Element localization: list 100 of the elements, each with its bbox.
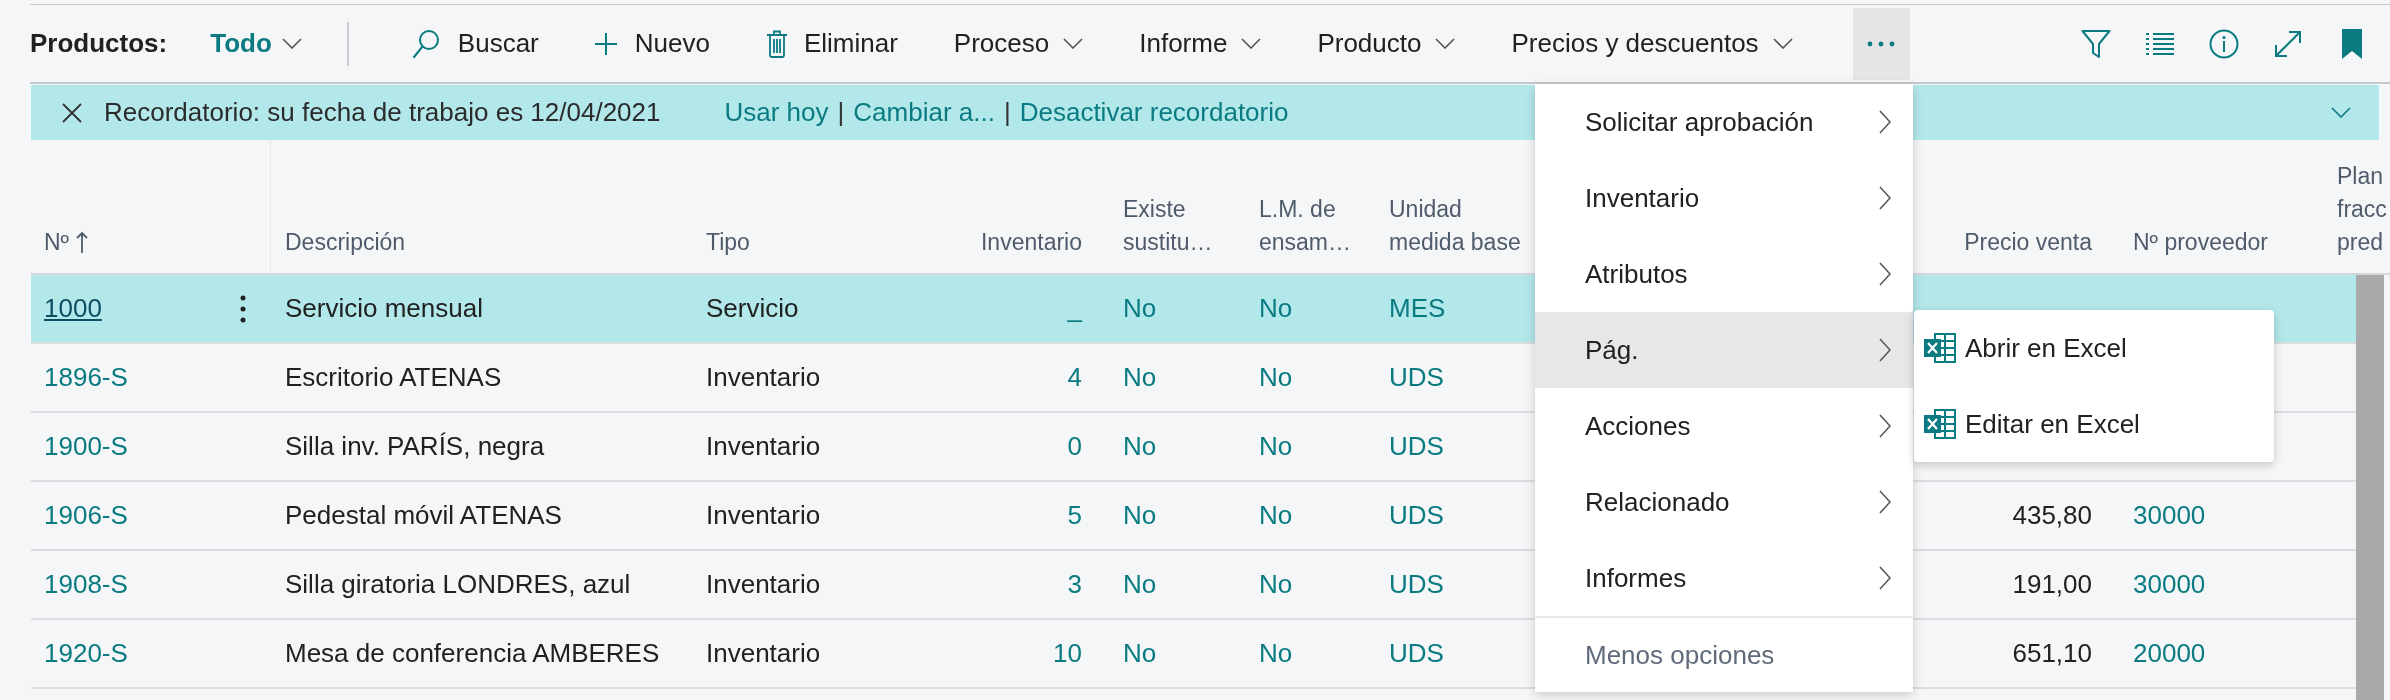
link-separator: | bbox=[1003, 96, 1011, 129]
column-header[interactable]: Precio venta bbox=[1964, 226, 2092, 259]
inventory-cell-text: 10 bbox=[1053, 637, 1082, 670]
item-number-link[interactable]: 1900-S bbox=[44, 427, 128, 466]
chevron-right-icon bbox=[1879, 110, 1891, 134]
less-options-button[interactable]: Menos opciones bbox=[1535, 618, 1913, 692]
inventory-cell-text: 3 bbox=[1067, 568, 1082, 601]
price-cell-text: 191,00 bbox=[2012, 568, 2092, 601]
trash-icon bbox=[765, 29, 788, 58]
type-cell-text: Inventario bbox=[706, 499, 821, 532]
menu-dropdown-button[interactable]: Precios y descuentos bbox=[1483, 7, 1821, 80]
substitutes-cell-text: No bbox=[1123, 292, 1157, 325]
vendor-number-cell-text: 30000 bbox=[2133, 499, 2206, 532]
description-cell-text: Escritorio ATENAS bbox=[285, 361, 502, 394]
sort-ascending-icon[interactable] bbox=[76, 231, 88, 253]
item-number-link[interactable]: 1896-S bbox=[44, 358, 128, 397]
menu-item[interactable]: Acciones bbox=[1535, 388, 1913, 464]
menu-item[interactable]: Inventario bbox=[1535, 160, 1913, 236]
item-number-link[interactable]: 1000 bbox=[44, 289, 102, 328]
menu-item[interactable]: Atributos bbox=[1535, 236, 1913, 312]
chevron-right-icon bbox=[1879, 338, 1891, 362]
item-number-link[interactable]: 1906-S bbox=[44, 496, 128, 535]
column-header[interactable]: Inventario bbox=[981, 226, 1082, 259]
menu-item[interactable]: Relacionado bbox=[1535, 464, 1913, 540]
plus-icon bbox=[594, 32, 617, 55]
substitutes-cell-text: No bbox=[1123, 430, 1157, 463]
kebab-menu-icon[interactable] bbox=[239, 294, 246, 323]
column-header[interactable]: Nº proveedor bbox=[2133, 226, 2268, 259]
view-dropdown[interactable]: Todo bbox=[210, 24, 302, 63]
base-unit-cell-text: UDS bbox=[1389, 637, 1444, 670]
base-unit-cell-text: UDS bbox=[1389, 361, 1444, 394]
chevron-right-icon bbox=[1879, 262, 1891, 286]
column-header[interactable]: Nº bbox=[44, 226, 69, 259]
description-cell-text: Servicio mensual bbox=[285, 292, 483, 325]
description-cell-text: Silla inv. PARÍS, negra bbox=[285, 430, 545, 463]
menu-dropdown-button[interactable]: Producto bbox=[1289, 7, 1484, 80]
menu-dropdown-button[interactable]: Proceso bbox=[925, 7, 1112, 80]
type-cell-text: Inventario bbox=[706, 430, 821, 463]
chevron-down-icon bbox=[1063, 38, 1084, 49]
base-unit-cell-text: UDS bbox=[1389, 499, 1444, 532]
close-icon[interactable] bbox=[62, 102, 82, 123]
description-cell-text: Mesa de conferencia AMBERES bbox=[285, 637, 660, 670]
assembly-bom-cell-text: No bbox=[1259, 637, 1293, 670]
item-number-link[interactable]: 1920-S bbox=[44, 634, 128, 673]
vendor-number-cell-text: 30000 bbox=[2133, 568, 2206, 601]
expand-icon[interactable] bbox=[2273, 28, 2303, 59]
type-cell-text: Inventario bbox=[706, 568, 821, 601]
column-header[interactable]: Descripción bbox=[285, 226, 406, 259]
inventory-cell-text: 4 bbox=[1067, 361, 1082, 394]
price-cell-text: 435,80 bbox=[2012, 499, 2092, 532]
substitutes-cell-text: No bbox=[1123, 568, 1157, 601]
spreadsheet-icon bbox=[1924, 409, 1956, 439]
chevron-right-icon bbox=[1879, 186, 1891, 210]
item-number-link[interactable]: 1908-S bbox=[44, 565, 128, 604]
search-icon bbox=[411, 28, 440, 59]
description-cell-text: Silla giratoria LONDRES, azul bbox=[285, 568, 631, 601]
info-icon[interactable] bbox=[2209, 28, 2239, 59]
chevron-down-icon bbox=[1241, 38, 1262, 49]
new-button[interactable]: Nuevo bbox=[566, 7, 738, 80]
substitutes-cell-text: No bbox=[1123, 361, 1157, 394]
column-header[interactable]: Tipo bbox=[706, 226, 750, 259]
assembly-bom-cell-text: No bbox=[1259, 499, 1293, 532]
more-icon bbox=[1867, 40, 1896, 47]
assembly-bom-cell-text: No bbox=[1259, 361, 1293, 394]
menu-item[interactable]: Pág. bbox=[1535, 312, 1913, 388]
column-header[interactable]: Unidad medida base bbox=[1389, 193, 1531, 259]
reminder-link[interactable]: Cambiar a... bbox=[853, 93, 995, 132]
chevron-right-icon bbox=[1879, 566, 1891, 590]
column-header[interactable]: L.M. de ensam… bbox=[1259, 193, 1375, 259]
search-button[interactable]: Buscar bbox=[383, 7, 567, 80]
base-unit-cell-text: UDS bbox=[1389, 568, 1444, 601]
page-title: Productos: bbox=[30, 27, 168, 60]
reminder-message: Recordatorio: su fecha de trabajo es 12/04/2021 bbox=[104, 96, 661, 129]
reminder-link[interactable]: Desactivar recordatorio bbox=[1019, 93, 1289, 132]
assembly-bom-cell-text: No bbox=[1259, 430, 1293, 463]
spreadsheet-icon bbox=[1924, 333, 1956, 363]
reminder-link[interactable]: Usar hoy bbox=[724, 93, 829, 132]
chevron-down-icon[interactable] bbox=[2331, 107, 2351, 118]
column-header[interactable]: Plan fracc pred bbox=[2337, 160, 2390, 259]
menu-item[interactable]: Informes bbox=[1535, 540, 1913, 616]
description-cell-text: Pedestal móvil ATENAS bbox=[285, 499, 562, 532]
list-icon[interactable] bbox=[2145, 31, 2175, 56]
delete-button[interactable]: Eliminar bbox=[737, 7, 926, 80]
menu-item[interactable]: Solicitar aprobación bbox=[1535, 84, 1913, 160]
type-cell-text: Inventario bbox=[706, 637, 821, 670]
substitutes-cell-text: No bbox=[1123, 637, 1157, 670]
link-separator: | bbox=[837, 96, 845, 129]
chevron-right-icon bbox=[1879, 414, 1891, 438]
bookmark-icon[interactable] bbox=[2342, 28, 2362, 59]
inventory-cell-text: 0 bbox=[1067, 430, 1082, 463]
filter-icon[interactable] bbox=[2081, 28, 2111, 59]
base-unit-cell-text: MES bbox=[1389, 292, 1446, 325]
menu-dropdown-button[interactable]: Informe bbox=[1111, 7, 1290, 80]
scrollbar[interactable] bbox=[2356, 275, 2384, 700]
type-cell-text: Servicio bbox=[706, 292, 799, 325]
column-header[interactable]: Existe sustitu… bbox=[1123, 193, 1245, 259]
inventory-cell-text: _ bbox=[1067, 292, 1082, 325]
inventory-cell-text: 5 bbox=[1067, 499, 1082, 532]
type-cell-text: Inventario bbox=[706, 361, 821, 394]
price-cell-text: 651,10 bbox=[2012, 637, 2092, 670]
